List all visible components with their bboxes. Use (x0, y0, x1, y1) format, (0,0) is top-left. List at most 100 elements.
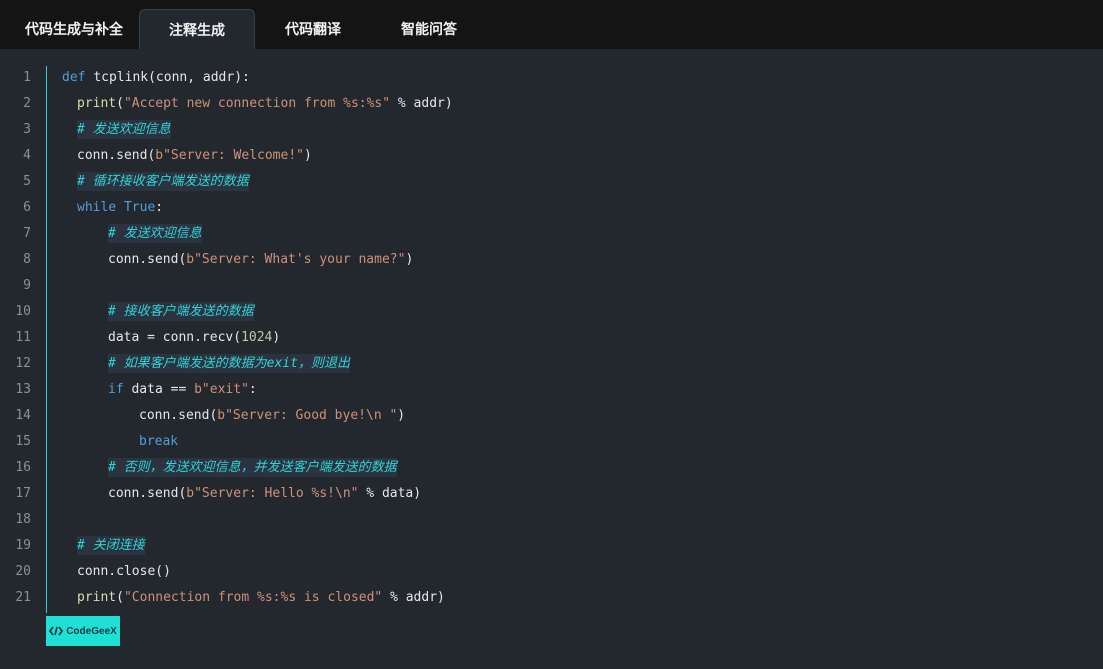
line-number: 17 (15, 486, 31, 501)
tab-bar: 代码生成与补全 注释生成 代码翻译 智能问答 (0, 0, 1103, 49)
code-token: ) (397, 408, 406, 423)
code-token: ) (272, 330, 281, 345)
code-text: conn.send(b"Server: Hello %s!\n" % data) (108, 481, 421, 507)
code-token: conn.send( (77, 148, 156, 163)
code-token: % addr) (390, 96, 453, 111)
line-number: 14 (15, 408, 31, 423)
code-line[interactable]: 10 # 接收客户端发送的数据 (0, 299, 1103, 325)
code-token: 1024 (241, 330, 273, 345)
code-line[interactable]: 18 (0, 507, 1103, 533)
code-line[interactable]: 5 # 循环接收客户端发送的数据 (0, 169, 1103, 195)
code-comment: # 接收客户端发送的数据 (108, 302, 254, 321)
code-token: def (62, 70, 94, 85)
code-token: ) (405, 252, 414, 267)
code-text: conn.send(b"Server: What's your name?") (108, 247, 413, 273)
code-text: if data == b"exit": (108, 377, 257, 403)
line-number: 7 (23, 226, 31, 241)
code-token: tcplink(conn, addr): (93, 70, 250, 85)
code-editor[interactable]: 1 def tcplink(conn, addr): 2 print("Accept … (0, 65, 1103, 611)
line-number: 12 (15, 356, 31, 371)
code-text: print("Accept new connection from %s:%s"… (77, 91, 453, 117)
code-line[interactable]: 1 def tcplink(conn, addr): (0, 65, 1103, 91)
line-number: 15 (15, 434, 31, 449)
code-token: b"Server: Hello %s!\n" (186, 486, 359, 501)
line-number: 10 (15, 304, 31, 319)
code-token: % data) (358, 486, 422, 501)
code-token: while (77, 200, 124, 215)
code-token: b"Server: Good bye!\n " (217, 408, 398, 423)
code-line[interactable]: 3 # 发送欢迎信息 (0, 117, 1103, 143)
gutter-indicator (46, 66, 47, 613)
code-token: b"Server: Welcome!" (155, 148, 304, 163)
code-token: : (155, 200, 164, 215)
code-token: conn.send( (108, 252, 187, 267)
code-token: b"exit" (194, 382, 249, 397)
codegeex-badge[interactable]: CodeGeeX (46, 616, 120, 646)
line-number: 19 (15, 538, 31, 553)
code-token: : (248, 382, 257, 397)
code-token: if (108, 382, 132, 397)
code-line[interactable]: 2 print("Accept new connection from %s:%s… (0, 91, 1103, 117)
code-line[interactable]: 6 while True: (0, 195, 1103, 221)
code-text: # 发送欢迎信息 (77, 117, 171, 143)
code-text: # 接收客户端发送的数据 (108, 299, 254, 325)
line-number: 21 (15, 590, 31, 605)
code-token: conn.send( (139, 408, 218, 423)
code-text: # 发送欢迎信息 (108, 221, 202, 247)
code-token: print (77, 96, 117, 111)
code-line[interactable]: 4 conn.send(b"Server: Welcome!") (0, 143, 1103, 169)
code-line[interactable]: 11 data = conn.recv(1024) (0, 325, 1103, 351)
code-token: data = conn.recv( (108, 330, 242, 345)
code-token: ) (304, 148, 312, 163)
code-comment: # 循环接收客户端发送的数据 (77, 172, 249, 191)
code-comment: # 否则，发送欢迎信息，并发送客户端发送的数据 (108, 458, 397, 477)
code-line[interactable]: 9 (0, 273, 1103, 299)
tab-code-translation[interactable]: 代码翻译 (256, 9, 370, 49)
code-token: break (139, 434, 179, 449)
code-line[interactable]: 12 # 如果客户端发送的数据为exit，则退出 (0, 351, 1103, 377)
code-token: "Connection from %s:%s is closed" (123, 590, 383, 605)
code-text: break (139, 429, 178, 455)
code-line[interactable]: 21 print("Connection from %s:%s is closed… (0, 585, 1103, 611)
code-line[interactable]: 14 conn.send(b"Server: Good bye!\n ") (0, 403, 1103, 429)
code-line[interactable]: 16 # 否则，发送欢迎信息，并发送客户端发送的数据 (0, 455, 1103, 481)
line-number: 16 (15, 460, 31, 475)
code-token: conn.send( (108, 486, 187, 501)
code-line[interactable]: 20 conn.close() (0, 559, 1103, 585)
line-number: 1 (23, 70, 31, 85)
tab-code-generation[interactable]: 代码生成与补全 (12, 9, 136, 49)
code-line[interactable]: 15 break (0, 429, 1103, 455)
code-text: conn.send(b"Server: Good bye!\n ") (139, 403, 405, 429)
code-token: conn.close() (77, 564, 171, 579)
line-number: 4 (23, 148, 31, 163)
code-text: print("Connection from %s:%s is closed" … (77, 585, 445, 611)
line-number: 20 (15, 564, 31, 579)
tab-comment-generation[interactable]: 注释生成 (139, 9, 255, 49)
code-line[interactable]: 7 # 发送欢迎信息 (0, 221, 1103, 247)
code-text: def tcplink(conn, addr): (62, 65, 250, 91)
code-text: # 循环接收客户端发送的数据 (77, 169, 249, 195)
code-line[interactable]: 19 # 关闭连接 (0, 533, 1103, 559)
code-token: % addr) (382, 590, 445, 605)
code-token: b"Server: What's your name?" (186, 252, 406, 267)
code-text: # 如果客户端发送的数据为exit，则退出 (108, 351, 350, 377)
code-line[interactable]: 17 conn.send(b"Server: Hello %s!\n" % dat… (0, 481, 1103, 507)
codegeex-logo-icon (49, 626, 64, 636)
code-line[interactable]: 8 conn.send(b"Server: What's your name?") (0, 247, 1103, 273)
line-number: 6 (23, 200, 31, 215)
code-comment: # 如果客户端发送的数据为exit，则退出 (108, 354, 350, 373)
code-line[interactable]: 13 if data == b"exit": (0, 377, 1103, 403)
code-comment: # 关闭连接 (77, 536, 145, 555)
code-text: conn.send(b"Server: Welcome!") (77, 143, 312, 169)
code-token: "Accept new connection from %s:%s" (123, 96, 391, 111)
code-text: # 关闭连接 (77, 533, 145, 559)
line-number: 9 (23, 278, 31, 293)
line-number: 18 (15, 512, 31, 527)
line-number: 5 (23, 174, 31, 189)
tab-smart-qa[interactable]: 智能问答 (372, 9, 486, 49)
line-number: 11 (15, 330, 31, 345)
code-token: print (77, 590, 117, 605)
code-comment: # 发送欢迎信息 (77, 120, 171, 139)
line-number: 3 (23, 122, 31, 137)
code-text: data = conn.recv(1024) (108, 325, 280, 351)
